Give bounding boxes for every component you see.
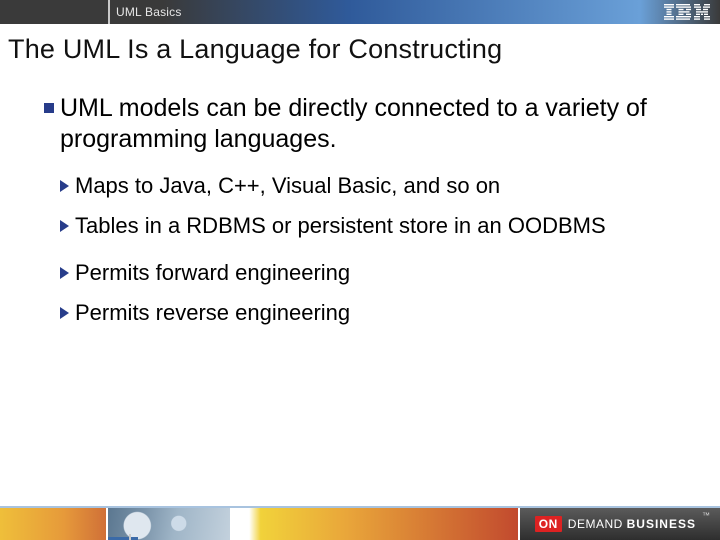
sub-bullet-text: Permits forward engineering [75,259,350,287]
sub-bullet-text: Maps to Java, C++, Visual Basic, and so … [75,172,500,200]
breadcrumb: UML Basics [116,5,182,19]
ibm-logo-icon [664,4,710,20]
header-left-block [0,0,108,24]
arrow-bullet-icon [60,220,69,232]
sub-bullet-text: Tables in a RDBMS or persistent store in… [75,212,606,240]
bullet-level2: Tables in a RDBMS or persistent store in… [60,212,706,240]
slide-footer: ON DEMAND BUSINESS ™ [0,506,720,540]
arrow-bullet-icon [60,307,69,319]
bullet-level1: UML models can be directly connected to … [44,93,706,154]
spacer [60,251,706,259]
bullet-level2: Permits reverse engineering [60,299,706,327]
slide-header: UML Basics [0,0,720,24]
footer-accent-bar [129,534,131,540]
slide-body: The UML Is a Language for Constructing U… [0,24,720,506]
arrow-bullet-icon [60,180,69,192]
footer-photo-strip [108,508,232,540]
on-badge: ON [535,516,562,532]
sub-bullet-text: Permits reverse engineering [75,299,350,327]
slide-title: The UML Is a Language for Constructing [8,34,706,65]
header-mid: UML Basics [110,0,640,24]
brand-text: DEMAND BUSINESS [568,517,696,531]
bullet-text: UML models can be directly connected to … [60,93,706,154]
square-bullet-icon [44,103,54,113]
footer-brand: ON DEMAND BUSINESS ™ [520,508,720,540]
bullet-level2: Permits forward engineering [60,259,706,287]
brand-bold: BUSINESS [627,517,696,531]
header-right [640,0,720,24]
brand-light: DEMAND [568,517,627,531]
arrow-bullet-icon [60,267,69,279]
sub-bullet-list: Maps to Java, C++, Visual Basic, and so … [60,172,706,326]
bullet-level2: Maps to Java, C++, Visual Basic, and so … [60,172,706,200]
footer-mid-gradient [232,508,520,540]
footer-left-block [0,508,108,540]
trademark-icon: ™ [702,511,710,520]
slide: UML Basics [0,0,720,540]
